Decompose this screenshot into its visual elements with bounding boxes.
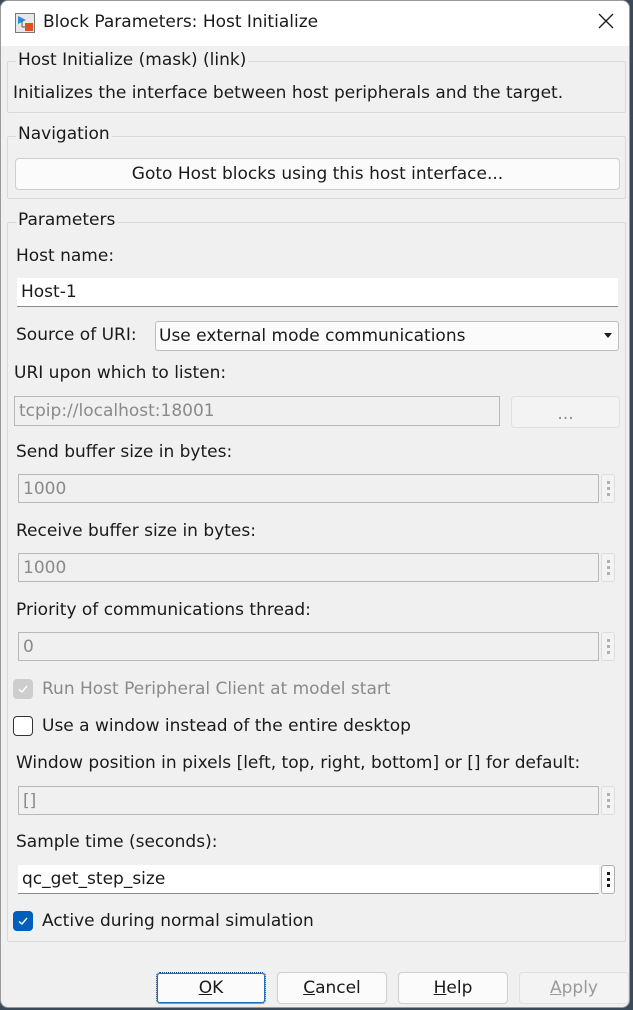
source-of-uri-value: Use external mode communications [159,326,466,346]
send-buffer-label: Send buffer size in bytes: [16,442,233,462]
ok-button[interactable]: OK [156,972,266,1004]
goto-host-blocks-button[interactable]: Goto Host blocks using this host interfa… [15,158,620,190]
send-buffer-input[interactable]: 1000 [18,474,599,503]
sample-time-label: Sample time (seconds): [16,832,218,852]
checkbox-checked-disabled-icon [13,679,33,699]
sample-time-options-button[interactable] [601,865,615,894]
window-position-options-button[interactable] [601,786,615,815]
priority-label: Priority of communications thread: [16,600,311,620]
sample-time-input[interactable]: qc_get_step_size [18,865,599,894]
cancel-label: ancel [315,978,361,998]
receive-buffer-options-button[interactable] [601,553,615,582]
ok-label: K [212,978,224,998]
priority-options-button[interactable] [601,632,615,661]
apply-label: pply [561,978,598,998]
send-buffer-options-button[interactable] [601,474,615,503]
dialog-window: Block Parameters: Host Initialize Host I… [0,0,630,1008]
host-name-label: Host name: [16,246,115,266]
source-of-uri-label: Source of URI: [16,325,137,345]
source-of-uri-select[interactable]: Use external mode communications [155,321,619,351]
apply-button[interactable]: Apply [519,972,629,1004]
window-position-label: Window position in pixels [left, top, ri… [16,753,581,773]
host-name-input[interactable]: Host-1 [17,278,618,307]
uri-input[interactable]: tcpip://localhost:18001 [14,396,500,426]
window-position-input[interactable]: [] [18,786,599,815]
ok-mnemonic: O [198,978,213,998]
close-button[interactable] [583,1,629,46]
simulink-block-icon [15,13,35,33]
priority-input[interactable]: 0 [18,632,599,661]
run-client-label: Run Host Peripheral Client at model star… [42,679,391,699]
window-title: Block Parameters: Host Initialize [43,12,319,32]
uri-browse-button[interactable]: ... [511,396,620,428]
uri-label: URI upon which to listen: [14,363,227,383]
apply-mnemonic: A [549,978,562,998]
checkbox-checked-icon [13,911,33,931]
receive-buffer-label: Receive buffer size in bytes: [16,521,256,541]
help-mnemonic: H [433,978,447,998]
help-label: elp [446,978,473,998]
cancel-button[interactable]: Cancel [277,972,387,1004]
receive-buffer-input[interactable]: 1000 [18,553,599,582]
use-window-checkbox[interactable]: Use a window instead of the entire deskt… [13,716,411,736]
navigation-legend: Navigation [16,124,112,144]
active-simulation-label: Active during normal simulation [42,911,314,931]
help-button[interactable]: Help [398,972,508,1004]
checkbox-unchecked-icon [13,716,33,736]
use-window-label: Use a window instead of the entire deskt… [42,716,411,736]
active-simulation-checkbox[interactable]: Active during normal simulation [13,911,314,931]
cancel-mnemonic: C [303,978,316,998]
mask-description: Initializes the interface between host p… [13,83,564,103]
run-client-checkbox[interactable]: Run Host Peripheral Client at model star… [13,679,391,699]
chevron-down-icon [604,333,612,338]
parameters-legend: Parameters [16,210,118,230]
close-icon [598,13,614,34]
title-bar[interactable]: Block Parameters: Host Initialize [1,1,629,46]
mask-header: Host Initialize (mask) (link) [16,50,249,70]
